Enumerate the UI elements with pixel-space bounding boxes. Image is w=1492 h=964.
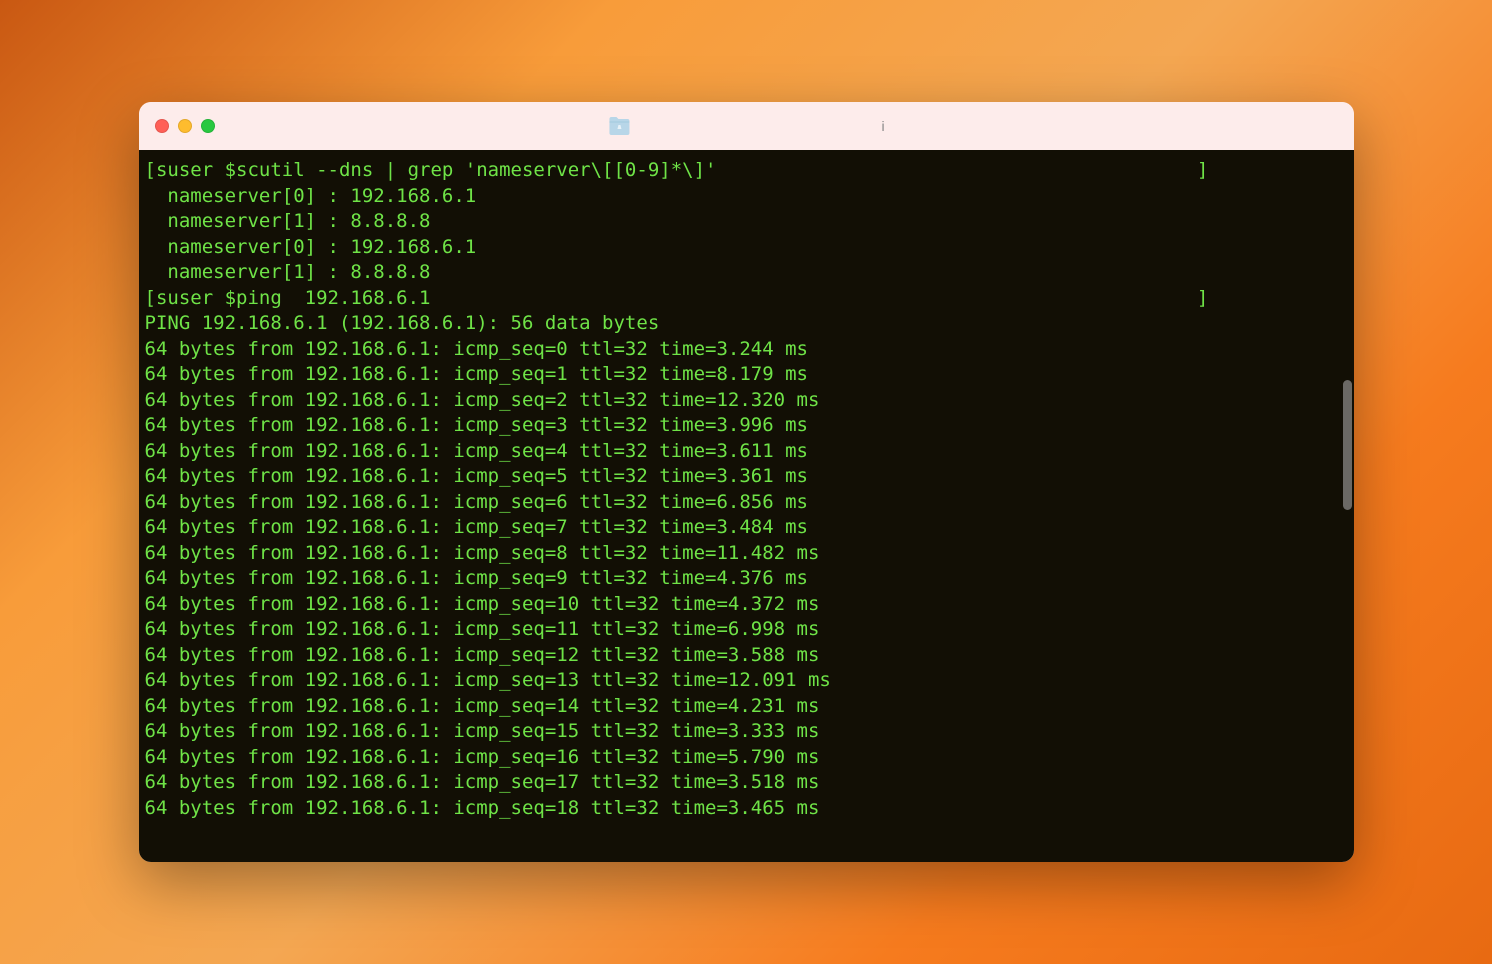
terminal-line: 64 bytes from 192.168.6.1: icmp_seq=7 tt… — [145, 515, 1350, 541]
terminal-line: 64 bytes from 192.168.6.1: icmp_seq=15 t… — [145, 719, 1350, 745]
terminal-line: 64 bytes from 192.168.6.1: icmp_seq=9 tt… — [145, 566, 1350, 592]
terminal-line: 64 bytes from 192.168.6.1: icmp_seq=14 t… — [145, 694, 1350, 720]
terminal-line: nameserver[0] : 192.168.6.1 — [145, 184, 1350, 210]
titlebar[interactable]: i — [139, 102, 1354, 150]
terminal-line: 64 bytes from 192.168.6.1: icmp_seq=5 tt… — [145, 464, 1350, 490]
terminal-line: 64 bytes from 192.168.6.1: icmp_seq=16 t… — [145, 745, 1350, 771]
close-button[interactable] — [155, 119, 169, 133]
terminal-line: 64 bytes from 192.168.6.1: icmp_seq=0 tt… — [145, 337, 1350, 363]
terminal-line: 64 bytes from 192.168.6.1: icmp_seq=2 tt… — [145, 388, 1350, 414]
terminal-line: [suser $scutil --dns | grep 'nameserver\… — [145, 158, 1350, 184]
terminal-line: [suser $ping 192.168.6.1 ] — [145, 286, 1350, 312]
terminal-line: nameserver[1] : 8.8.8.8 — [145, 209, 1350, 235]
terminal-line: 64 bytes from 192.168.6.1: icmp_seq=4 tt… — [145, 439, 1350, 465]
scrollbar-track[interactable] — [1343, 150, 1352, 862]
window-title: i — [881, 118, 884, 134]
terminal-window: i [suser $scutil --dns | grep 'nameserve… — [139, 102, 1354, 862]
terminal-line: 64 bytes from 192.168.6.1: icmp_seq=8 tt… — [145, 541, 1350, 567]
terminal-line: 64 bytes from 192.168.6.1: icmp_seq=1 tt… — [145, 362, 1350, 388]
minimize-button[interactable] — [178, 119, 192, 133]
terminal-line: 64 bytes from 192.168.6.1: icmp_seq=12 t… — [145, 643, 1350, 669]
terminal-line: 64 bytes from 192.168.6.1: icmp_seq=3 tt… — [145, 413, 1350, 439]
folder-icon — [607, 116, 631, 136]
maximize-button[interactable] — [201, 119, 215, 133]
traffic-lights — [155, 119, 215, 133]
terminal-line: 64 bytes from 192.168.6.1: icmp_seq=11 t… — [145, 617, 1350, 643]
terminal-line: nameserver[0] : 192.168.6.1 — [145, 235, 1350, 261]
terminal-line: PING 192.168.6.1 (192.168.6.1): 56 data … — [145, 311, 1350, 337]
scrollbar-thumb[interactable] — [1343, 380, 1352, 510]
terminal-line: 64 bytes from 192.168.6.1: icmp_seq=18 t… — [145, 796, 1350, 822]
titlebar-center: i — [607, 116, 884, 136]
terminal-line: nameserver[1] : 8.8.8.8 — [145, 260, 1350, 286]
terminal-line: 64 bytes from 192.168.6.1: icmp_seq=10 t… — [145, 592, 1350, 618]
terminal-line: 64 bytes from 192.168.6.1: icmp_seq=6 tt… — [145, 490, 1350, 516]
terminal-line: 64 bytes from 192.168.6.1: icmp_seq=13 t… — [145, 668, 1350, 694]
terminal-line: 64 bytes from 192.168.6.1: icmp_seq=17 t… — [145, 770, 1350, 796]
terminal-body[interactable]: [suser $scutil --dns | grep 'nameserver\… — [139, 150, 1354, 862]
